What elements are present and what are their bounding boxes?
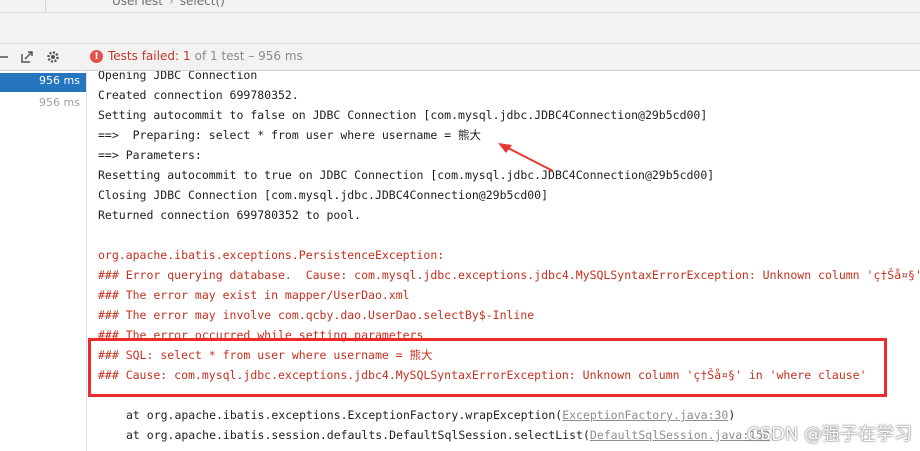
test-status: ! Tests failed: 1 of 1 test – 956 ms <box>90 49 303 63</box>
console-line: Closing JDBC Connection [com.mysql.jdbc.… <box>98 188 549 202</box>
stack-trace-line: at org.apache.ibatis.session.defaults.De… <box>126 428 777 442</box>
highlight-box <box>88 338 887 397</box>
trace-text: ) <box>728 408 736 422</box>
console-line: Returned connection 699780352 to pool. <box>98 208 362 222</box>
settings-icon[interactable] <box>45 49 61 65</box>
console-line: Setting autocommit to false on JDBC Conn… <box>98 108 708 122</box>
watermark: CSDN @强子在学习 <box>747 424 913 445</box>
status-label: Tests failed: <box>108 49 179 63</box>
layout-icon[interactable] <box>0 49 16 65</box>
tool-window-header <box>0 13 920 44</box>
error-line: org.apache.ibatis.exceptions.Persistence… <box>98 248 452 262</box>
console-line: Resetting autocommit to true on JDBC Con… <box>98 168 715 182</box>
breadcrumb-method[interactable]: select() <box>180 0 225 8</box>
export-icon[interactable] <box>19 49 35 65</box>
total-text: of 1 test – 956 ms <box>194 49 303 63</box>
arrow-annotation <box>498 143 554 172</box>
source-link[interactable]: DefaultSqlSession.java:150 <box>590 428 770 442</box>
console-line: Opening JDBC Connection <box>98 71 258 82</box>
test-toolbar: ! Tests failed: 1 of 1 test – 956 ms <box>0 44 920 71</box>
failed-count: 1 <box>183 49 191 63</box>
source-link[interactable]: ExceptionFactory.java:30 <box>562 408 728 422</box>
error-line: ### The error may involve com.qcby.dao.U… <box>98 308 535 322</box>
console-line: ==> Preparing: select * from user where … <box>98 128 482 142</box>
trace-text: at org.apache.ibatis.session.defaults.De… <box>126 428 590 442</box>
console-line: ==> Parameters: <box>98 148 209 162</box>
test-tree: 956 ms 956 ms <box>0 71 87 451</box>
error-icon: ! <box>90 49 103 63</box>
error-line: ### The error may exist in mapper/UserDa… <box>98 288 410 302</box>
error-line: ### Error querying database. Cause: com.… <box>98 268 920 282</box>
breadcrumb-class[interactable]: UserTest <box>112 0 163 8</box>
breadcrumb: UserTest › select() <box>0 0 920 13</box>
trace-text: at org.apache.ibatis.exceptions.Exceptio… <box>126 408 563 422</box>
chevron-right-icon: › <box>168 0 174 8</box>
test-time: 956 ms <box>39 74 80 87</box>
test-time[interactable]: 956 ms <box>39 96 80 109</box>
stack-trace-line: at org.apache.ibatis.exceptions.Exceptio… <box>126 408 735 422</box>
console-line: Created connection 699780352. <box>98 88 299 102</box>
